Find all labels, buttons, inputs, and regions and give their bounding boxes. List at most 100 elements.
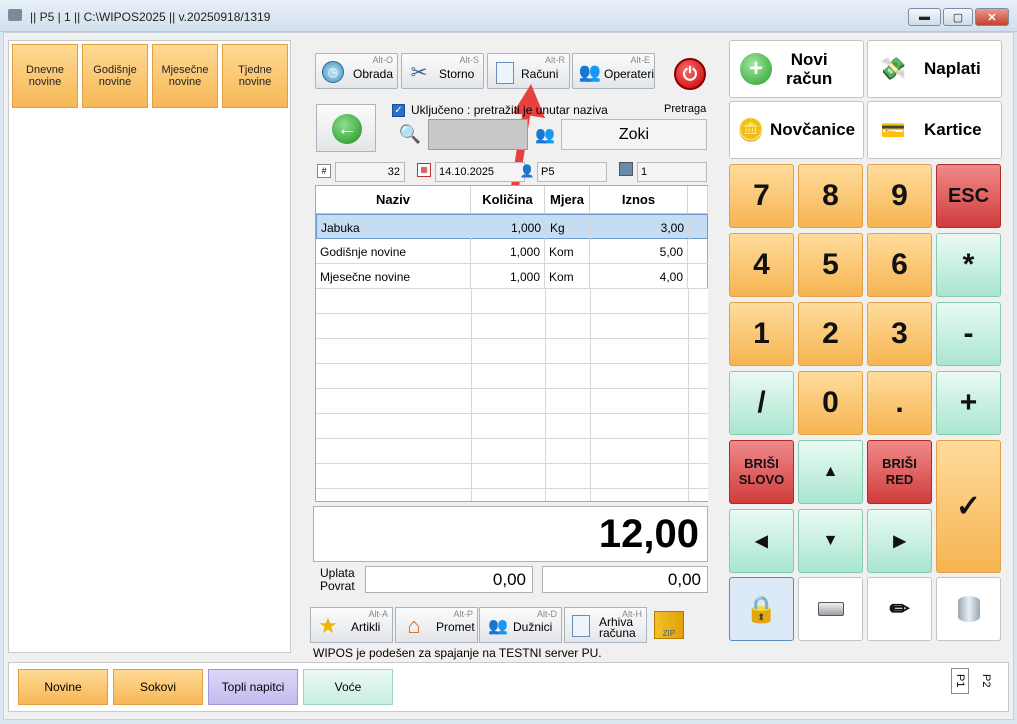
search-title: Pretraga: [664, 103, 707, 115]
register-field: 1: [637, 162, 707, 182]
payment-hand-icon: 💸: [879, 56, 907, 81]
key-minus[interactable]: -: [936, 302, 1001, 366]
category-tjedne-novine[interactable]: Tjedne novine: [222, 44, 288, 108]
column-header-naziv[interactable]: Naziv: [316, 186, 471, 214]
magnifier-icon[interactable]: 🔍: [398, 122, 422, 146]
group-voce[interactable]: Voće: [303, 669, 393, 705]
arrow-up-button[interactable]: ▲: [798, 440, 863, 504]
status-message: WIPOS je podešen za spajanje na TESTNI s…: [313, 646, 602, 660]
category-godisnje-novine[interactable]: Godišnje novine: [82, 44, 148, 108]
key-0[interactable]: 0: [798, 371, 863, 435]
power-button[interactable]: ⏻: [674, 58, 706, 90]
cell-naziv: Jabuka: [317, 215, 472, 240]
naplati-button[interactable]: 💸 Naplati: [867, 40, 1002, 98]
key-7[interactable]: 7: [729, 164, 794, 228]
card-icon: 💳: [880, 119, 906, 142]
obrada-label: Obrada: [353, 67, 394, 81]
group-topli-napitci[interactable]: Topli napitci: [208, 669, 298, 705]
back-button[interactable]: ←: [316, 104, 376, 152]
brisi-label: BRIŠI: [744, 456, 779, 471]
arhiva-racuna-button[interactable]: Alt-H Arhiva računa: [564, 607, 647, 643]
key-3[interactable]: 3: [867, 302, 932, 366]
arrow-right-button[interactable]: ▶: [867, 509, 932, 573]
key-2[interactable]: 2: [798, 302, 863, 366]
database-button[interactable]: [936, 577, 1001, 641]
operator-icon: 👥: [535, 127, 555, 144]
grid-line: [590, 289, 591, 501]
obrada-button[interactable]: Alt-O ◷ Obrada: [315, 53, 398, 89]
search-checkbox[interactable]: ✓: [392, 104, 405, 117]
uplata-label: Uplata: [320, 566, 355, 580]
search-checkbox-label: Uključeno : pretražiti je unutar naziva: [411, 103, 608, 117]
uplata-input[interactable]: 0,00: [365, 566, 533, 593]
table-row[interactable]: Mjesečne novine 1,000 Kom 4,00: [316, 264, 708, 289]
cell-kolicina: 1,000: [471, 264, 545, 289]
minimize-button[interactable]: ▬: [908, 8, 941, 26]
promet-button[interactable]: Alt-P ⌂ Promet: [395, 607, 478, 643]
hotkey-label: Alt-O: [372, 55, 393, 65]
arrow-down-button[interactable]: ▼: [798, 509, 863, 573]
printer-button[interactable]: [798, 577, 863, 641]
table-row[interactable]: Godišnje novine 1,000 Kom 5,00: [316, 239, 708, 264]
page-1-tab[interactable]: P1: [951, 668, 969, 694]
hotkey-label: Alt-P: [453, 609, 473, 619]
key-decimal[interactable]: .: [867, 371, 932, 435]
duznici-button[interactable]: Alt-D 👥 Dužnici: [479, 607, 562, 643]
key-5[interactable]: 5: [798, 233, 863, 297]
key-1[interactable]: 1: [729, 302, 794, 366]
category-dnevne-novine[interactable]: Dnevne novine: [12, 44, 78, 108]
key-divide[interactable]: /: [729, 371, 794, 435]
power-icon: ⏻: [682, 63, 698, 84]
operateri-label: Operateri: [604, 67, 655, 81]
page-2-tab[interactable]: P2: [977, 668, 995, 694]
group-sokovi[interactable]: Sokovi: [113, 669, 203, 705]
date-field: 14.10.2025: [435, 162, 525, 182]
key-4[interactable]: 4: [729, 233, 794, 297]
key-8[interactable]: 8: [798, 164, 863, 228]
storno-button[interactable]: Alt-S ✂ Storno: [401, 53, 484, 89]
cell-mjera: Kom: [545, 239, 590, 264]
items-table: Naziv Količina Mjera Iznos Jabuka 1,000 …: [315, 185, 708, 502]
operateri-button[interactable]: Alt-E 👥 Operateri: [572, 53, 655, 89]
artikli-button[interactable]: Alt-A ★ Artikli: [310, 607, 393, 643]
brisi-red-button[interactable]: BRIŠI RED: [867, 440, 932, 504]
key-6[interactable]: 6: [867, 233, 932, 297]
empty-rows: [316, 289, 708, 501]
red-label: RED: [885, 472, 914, 487]
key-esc[interactable]: ESC: [936, 164, 1001, 228]
column-header-mjera[interactable]: Mjera: [545, 186, 590, 214]
pos-field: P5: [537, 162, 607, 182]
column-header-kolicina[interactable]: Količina: [471, 186, 545, 214]
enter-button[interactable]: ✓: [936, 440, 1001, 573]
pencil-icon: ✏: [889, 595, 910, 623]
brisi-slovo-button[interactable]: BRIŠI SLOVO: [729, 440, 794, 504]
column-header-iznos[interactable]: Iznos: [590, 186, 688, 214]
category-mjesecne-novine[interactable]: Mjesečne novine: [152, 44, 218, 108]
total-amount: 12,00: [313, 506, 708, 562]
scissors-icon: ✂: [410, 61, 428, 84]
naplati-label: Naplati: [924, 59, 981, 78]
cell-iznos: 4,00: [590, 264, 688, 289]
kartice-button[interactable]: 💳 Kartice: [867, 101, 1002, 159]
key-9[interactable]: 9: [867, 164, 932, 228]
monitor-icon: [619, 162, 633, 176]
maximize-button[interactable]: ▢: [943, 8, 973, 26]
novcanice-button[interactable]: 🪙 Novčanice: [729, 101, 864, 159]
receipt-number-field: 32: [335, 162, 405, 182]
table-row[interactable]: Jabuka 1,000 Kg 3,00: [316, 214, 708, 240]
zip-archive-icon[interactable]: ZIP: [654, 611, 684, 639]
key-multiply[interactable]: *: [936, 233, 1001, 297]
app-icon: [8, 9, 22, 21]
edit-button[interactable]: ✏: [867, 577, 932, 641]
lock-button[interactable]: 🔒: [729, 577, 794, 641]
group-novine[interactable]: Novine: [18, 669, 108, 705]
database-icon: [957, 596, 980, 622]
cell-naziv: Mjesečne novine: [316, 264, 471, 289]
key-plus[interactable]: +: [936, 371, 1001, 435]
racuni-label: Računi: [521, 67, 559, 81]
search-input[interactable]: [428, 119, 528, 150]
arrow-left-button[interactable]: ◀: [729, 509, 794, 573]
povrat-label: Povrat: [320, 579, 355, 593]
close-button[interactable]: ✕: [975, 8, 1009, 26]
novi-racun-button[interactable]: + Novi račun: [729, 40, 864, 98]
